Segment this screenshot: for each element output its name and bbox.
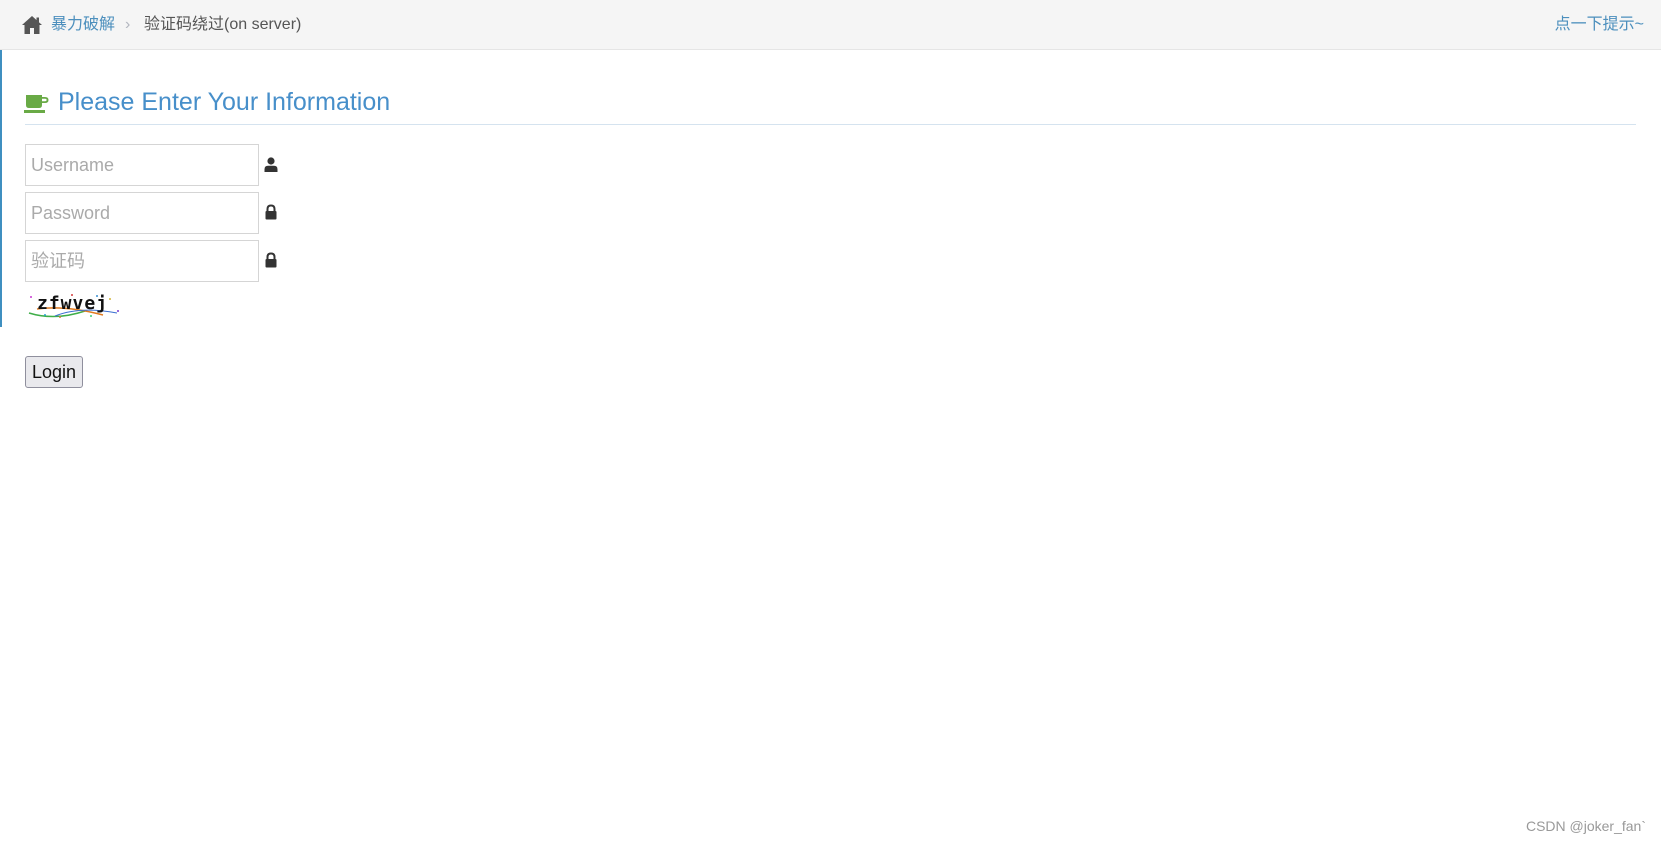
captcha-input[interactable] bbox=[25, 240, 259, 282]
page-title: Please Enter Your Information bbox=[58, 88, 391, 116]
hint-link[interactable]: 点一下提示~ bbox=[1555, 15, 1644, 35]
breadcrumb-current: 验证码绕过(on server) bbox=[144, 16, 302, 33]
captcha-lock-icon bbox=[265, 252, 277, 268]
lock-icon bbox=[265, 204, 277, 220]
captcha-text: zfwvej bbox=[37, 293, 109, 314]
user-icon bbox=[264, 157, 278, 172]
title-divider bbox=[25, 124, 1636, 125]
home-icon[interactable] bbox=[21, 15, 43, 35]
coffee-cup-icon bbox=[24, 95, 49, 113]
password-input[interactable] bbox=[25, 192, 259, 234]
login-button[interactable]: Login bbox=[25, 356, 83, 388]
top-navbar: 暴力破解 › 验证码绕过(on server) 点一下提示~ bbox=[0, 0, 1661, 50]
captcha-image[interactable]: zfwvej bbox=[25, 291, 125, 319]
content-left-rule bbox=[0, 50, 2, 327]
breadcrumb-separator-icon: › bbox=[125, 16, 131, 33]
breadcrumb-link-brute-force[interactable]: 暴力破解 bbox=[51, 15, 115, 35]
username-input[interactable] bbox=[25, 144, 259, 186]
watermark: CSDN @joker_fan` bbox=[1525, 818, 1646, 834]
